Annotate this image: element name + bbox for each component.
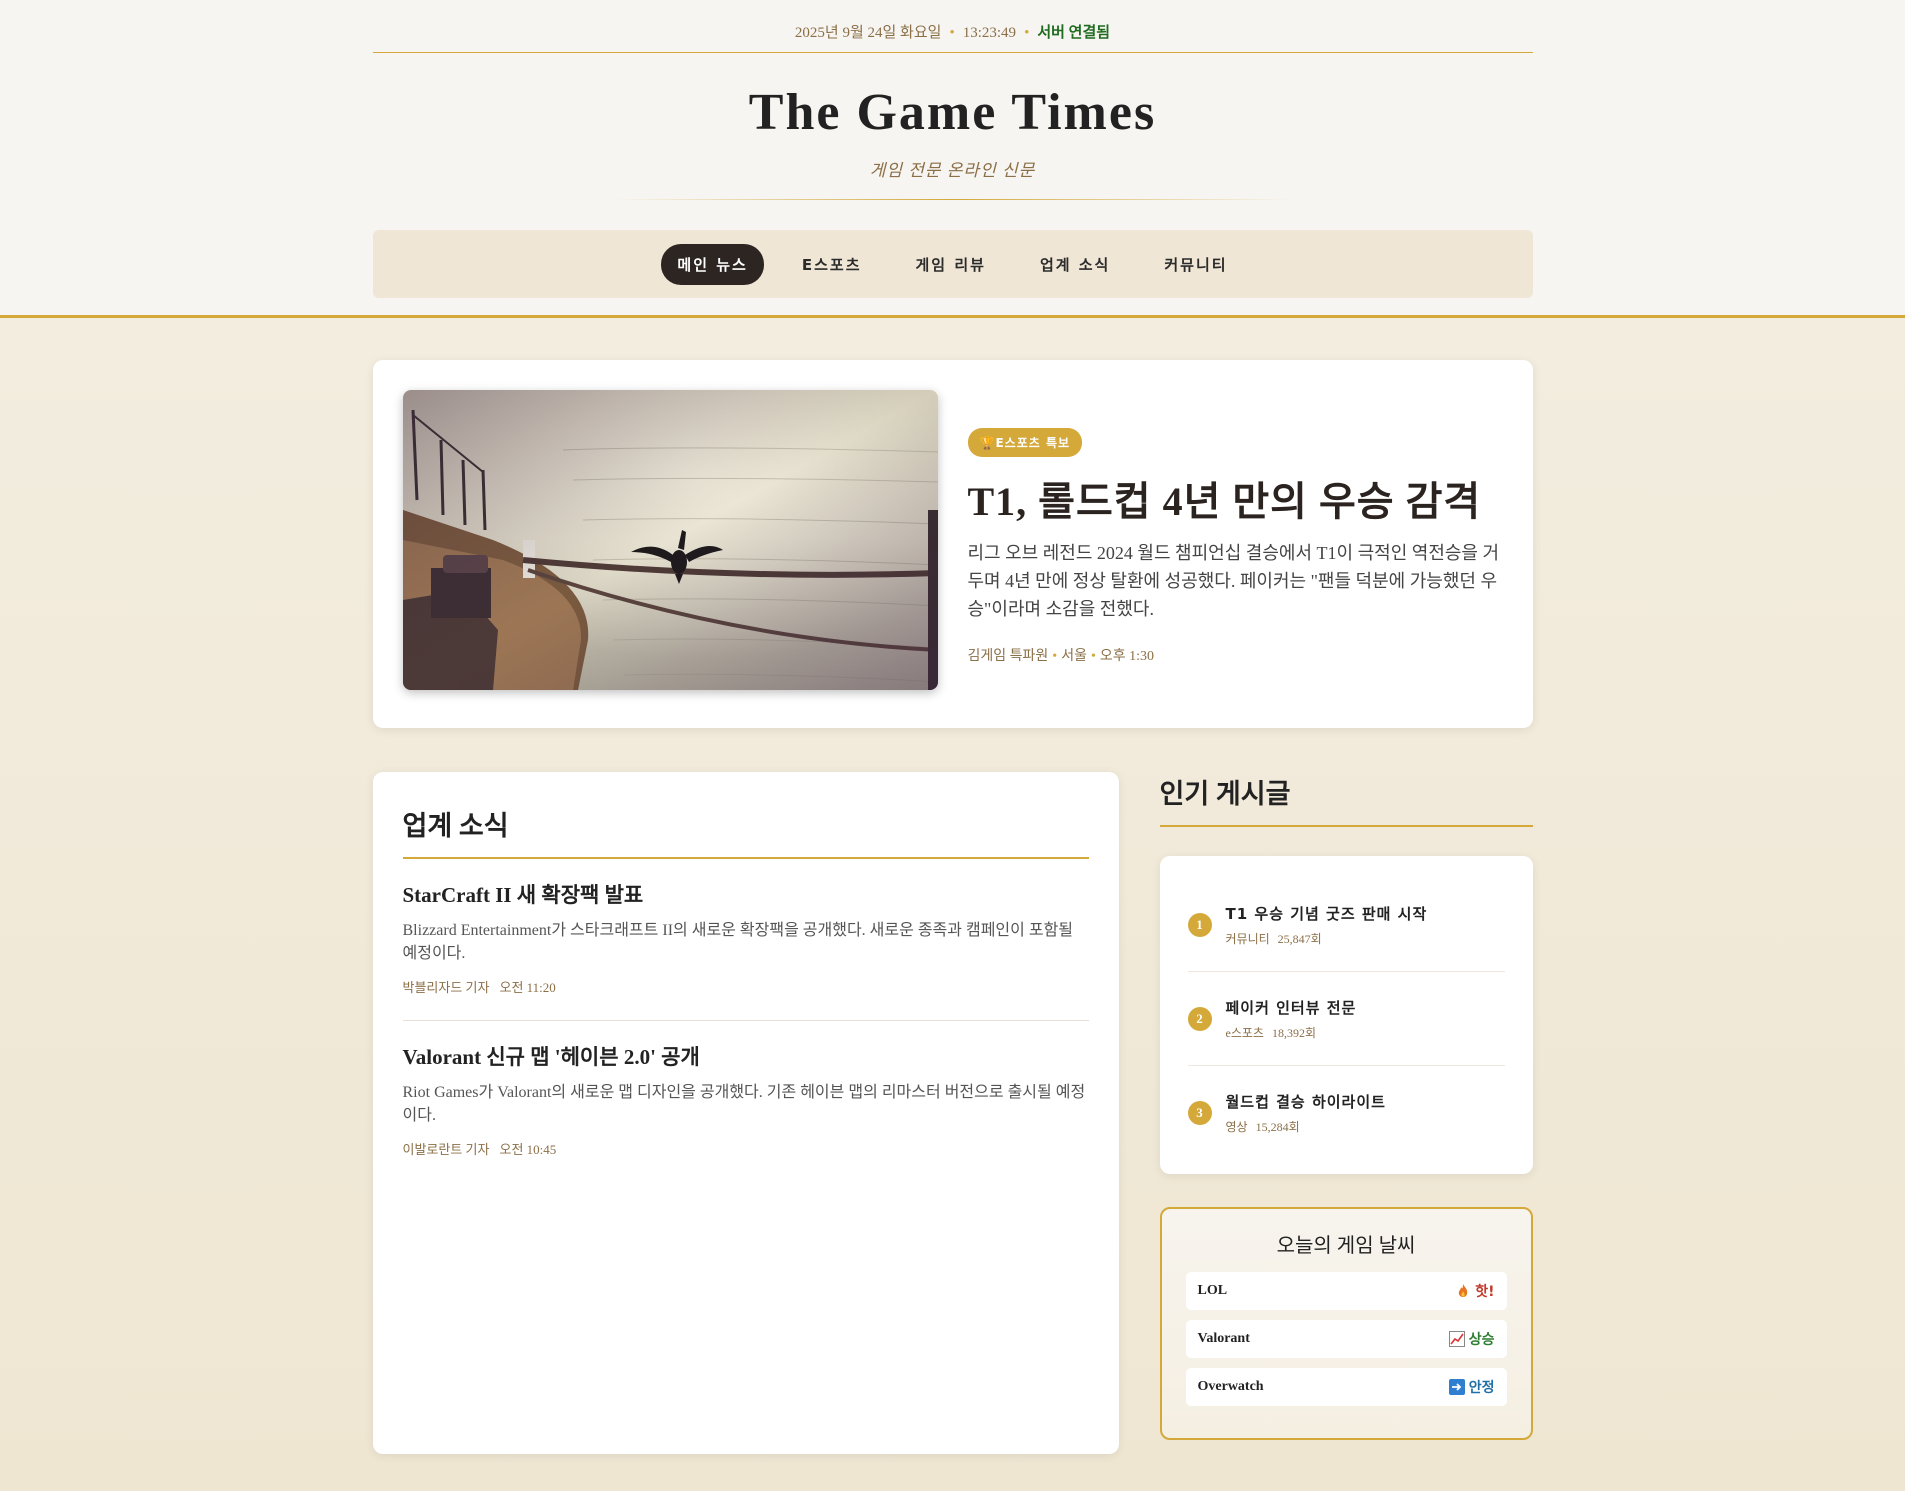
weather-row: Overwatch 안정 xyxy=(1185,1368,1507,1406)
nav-esports[interactable]: E스포츠 xyxy=(786,244,878,285)
feature-author: 김게임 특파원 xyxy=(967,649,1049,664)
weather-game: Valorant xyxy=(1197,1331,1250,1346)
weather-status: 안정 xyxy=(1448,1377,1495,1397)
post-views: 18,392회 xyxy=(1271,1025,1316,1040)
list-item[interactable]: 1 T1 우승 기념 굿즈 판매 시작 커뮤니티 25,847회 xyxy=(1187,878,1505,972)
news-article[interactable]: StarCraft II 새 확장팩 발표 Blizzard Entertain… xyxy=(402,859,1089,1021)
weather-status-label: 핫! xyxy=(1475,1284,1495,1300)
weather-game: Overwatch xyxy=(1197,1379,1264,1394)
fire-icon xyxy=(1455,1283,1471,1299)
popular-section-title: 인기 게시글 xyxy=(1159,772,1533,827)
post-title[interactable]: 페이커 인터뷰 전문 xyxy=(1226,997,1357,1018)
weather-status: 핫! xyxy=(1455,1281,1495,1301)
separator-dot: • xyxy=(1090,649,1096,664)
separator-dot: • xyxy=(949,25,955,41)
top-info-bar: 2025년 9월 24일 화요일 • 13:23:49 • 서버 연결됨 xyxy=(372,0,1533,53)
server-status: 서버 연결됨 xyxy=(1037,25,1111,41)
rank-badge: 2 xyxy=(1187,1006,1212,1031)
article-body: Blizzard Entertainment가 스타크래프트 II의 새로운 확… xyxy=(402,922,1074,962)
popular-posts-list: 1 T1 우승 기념 굿즈 판매 시작 커뮤니티 25,847회 2 페이커 인터… xyxy=(1159,856,1533,1174)
article-author: 박블리자드 기자 xyxy=(402,980,490,995)
post-category: 영상 xyxy=(1225,1120,1248,1134)
article-author: 이발로란트 기자 xyxy=(402,1142,490,1157)
feature-summary: 리그 오브 레전드 2024 월드 챔피언십 결승에서 T1이 극적인 역전승을… xyxy=(967,543,1500,619)
site-header: 2025년 9월 24일 화요일 • 13:23:49 • 서버 연결됨 The Gam… xyxy=(0,0,1905,318)
list-item[interactable]: 3 월드컵 결승 하이라이트 영상 15,284회 xyxy=(1187,1066,1505,1160)
weather-title: 오늘의 게임 날씨 xyxy=(1276,1235,1416,1257)
feature-time: 오후 1:30 xyxy=(1099,649,1155,664)
separator-dot: • xyxy=(1024,25,1030,41)
post-meta: 영상 15,284회 xyxy=(1226,1118,1386,1135)
post-category: e스포츠 xyxy=(1225,1025,1264,1040)
rank-badge: 1 xyxy=(1187,912,1212,937)
rank-badge: 3 xyxy=(1187,1101,1212,1125)
weather-row: Valorant 상승 xyxy=(1185,1320,1507,1358)
article-meta: 박블리자드 기자 오전 11:20 xyxy=(403,977,1089,996)
feature-badge: 🏆E스포츠 특보 xyxy=(967,428,1083,457)
article-time: 오전 10:45 xyxy=(499,1142,557,1157)
news-article[interactable]: Valorant 신규 맵 '헤이븐 2.0' 공개 Riot Games가 V… xyxy=(403,1021,1089,1182)
site-title[interactable]: The Game Times xyxy=(373,83,1533,142)
weather-status-label: 상승 xyxy=(1468,1332,1495,1348)
industry-news-section: 업계 소식 StarCraft II 새 확장팩 발표 Blizzard Ent… xyxy=(372,772,1119,1454)
post-category: 커뮤니티 xyxy=(1225,931,1270,946)
arrow-right-icon xyxy=(1448,1379,1465,1395)
weather-status-label: 안정 xyxy=(1468,1380,1495,1396)
post-meta: e스포츠 18,392회 xyxy=(1226,1024,1357,1041)
feature-meta: 김게임 특파원 • 서울 • 오후 1:30 xyxy=(968,645,1508,665)
post-title[interactable]: T1 우승 기념 굿즈 판매 시작 xyxy=(1226,903,1428,924)
nav-industry-news[interactable]: 업계 소식 xyxy=(1024,244,1126,285)
trophy-icon: 🏆 xyxy=(979,436,996,450)
post-meta: 커뮤니티 25,847회 xyxy=(1226,930,1428,947)
separator-dot: • xyxy=(1052,649,1058,664)
game-weather-widget: 오늘의 게임 날씨 LOL 핫! Valorant 상승 Overwatch 안… xyxy=(1159,1207,1533,1440)
article-time: 오전 11:20 xyxy=(499,980,556,995)
nav-main-news[interactable]: 메인 뉴스 xyxy=(661,243,764,285)
feature-headline[interactable]: T1, 롤드컵 4년 만의 우승 감격 xyxy=(968,469,1508,527)
nav-community[interactable]: 커뮤니티 xyxy=(1148,244,1243,285)
current-date: 2025년 9월 24일 화요일 xyxy=(794,25,942,41)
nav-game-review[interactable]: 게임 리뷰 xyxy=(900,244,1002,285)
weather-game: LOL xyxy=(1197,1283,1228,1298)
list-item[interactable]: 2 페이커 인터뷰 전문 e스포츠 18,392회 xyxy=(1187,972,1505,1066)
feature-photo[interactable] xyxy=(402,390,938,690)
masthead-divider xyxy=(612,199,1293,200)
feature-location: 서울 xyxy=(1061,649,1087,664)
post-title[interactable]: 월드컵 결승 하이라이트 xyxy=(1226,1091,1386,1112)
feature-badge-label: E스포츠 특보 xyxy=(995,436,1071,450)
site-subtitle: 게임 전문 온라인 신문 xyxy=(869,161,1036,180)
article-body: Riot Games가 Valorant의 새로운 맵 디자인을 공개했다. 기… xyxy=(402,1084,1086,1124)
article-title[interactable]: StarCraft II 새 확장팩 발표 xyxy=(403,879,1089,909)
cormorant-on-rope-image xyxy=(402,390,938,690)
post-views: 15,284회 xyxy=(1255,1120,1300,1134)
weather-status: 상승 xyxy=(1448,1329,1495,1349)
chart-up-icon xyxy=(1448,1331,1465,1347)
current-time: 13:23:49 xyxy=(962,25,1017,41)
popular-posts-header: 인기 게시글 xyxy=(1159,772,1533,827)
article-meta: 이발로란트 기자 오전 10:45 xyxy=(403,1139,1089,1158)
main-nav: 메인 뉴스 E스포츠 게임 리뷰 업계 소식 커뮤니티 xyxy=(372,230,1533,298)
industry-section-title: 업계 소식 xyxy=(402,802,1089,859)
article-title[interactable]: Valorant 신규 맵 '헤이븐 2.0' 공개 xyxy=(403,1041,1089,1071)
feature-text: 🏆E스포츠 특보 T1, 롤드컵 4년 만의 우승 감격 리그 오브 레전드 2… xyxy=(967,428,1508,665)
weather-row: LOL 핫! xyxy=(1185,1272,1507,1310)
feature-article[interactable]: 🏆E스포츠 특보 T1, 롤드컵 4년 만의 우승 감격 리그 오브 레전드 2… xyxy=(372,360,1533,728)
post-views: 25,847회 xyxy=(1277,931,1322,946)
masthead: The Game Times 게임 전문 온라인 신문 xyxy=(373,53,1533,200)
